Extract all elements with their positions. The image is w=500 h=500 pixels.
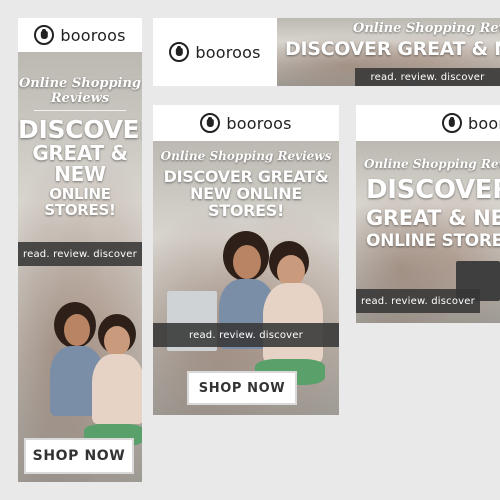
leaderboard-logo-panel: booroos (153, 18, 277, 86)
leaderboard-tagline: Online Shopping Reviews (353, 21, 500, 36)
tagline-strip: read. review. discover (153, 323, 339, 347)
rectangle-logo-bar: booroos (153, 105, 339, 141)
tagline-strip: read. review. discover (356, 289, 480, 313)
brand-name: booroos (195, 42, 261, 62)
skyscraper-logo-bar: booroos (18, 18, 142, 52)
square-ad[interactable]: booroos Online Shopping Reviews DISCOVER… (356, 105, 500, 323)
shopping-bag-icon (34, 25, 55, 45)
skyscraper-copy: Online Shopping Reviews DISCOVER GREAT &… (18, 76, 142, 219)
square-logo-bar: booroos (356, 105, 500, 141)
tagline-strip: read. review. discover (355, 68, 500, 86)
headline-discover: DISCOVER (18, 115, 142, 144)
headline-great-new: GREAT & NEW (32, 141, 128, 187)
headline-great-new: GREAT & NEW (366, 206, 500, 230)
rectangle-ad[interactable]: booroos Online Shopping Reviews DISCOVER… (153, 105, 339, 415)
tagline-strip: read. review. discover (18, 242, 142, 266)
tagline: Online Shopping Reviews (364, 157, 500, 171)
shopping-bag-icon (169, 42, 190, 62)
headline-new-online-stores: NEW ONLINE STORES! (189, 183, 302, 220)
brand-name: booroos (468, 113, 500, 133)
tagline-line-2: Reviews (50, 91, 110, 106)
brand-name: booroos (226, 113, 292, 133)
shop-now-button[interactable]: SHOP NOW (24, 438, 134, 474)
leaderboard-ad[interactable]: booroos Online Shopping Reviews DISCOVER… (153, 18, 500, 86)
headline-online-stores: ONLINE STORES! (366, 231, 500, 251)
tagline-line-1: Online Shopping (18, 76, 142, 91)
tagline: Online Shopping Reviews (160, 149, 332, 163)
shopping-bag-icon (200, 113, 221, 133)
divider (34, 110, 126, 111)
leaderboard-headline: DISCOVER GREAT & NEW ONLINE STORES! (285, 38, 500, 60)
shop-now-button[interactable]: SHOP NOW (187, 371, 297, 405)
rectangle-copy: Online Shopping Reviews DISCOVER GREAT& … (153, 149, 339, 219)
brand-name: booroos (60, 25, 126, 45)
headline-discover: DISCOVER (366, 175, 500, 205)
headline-online-stores: ONLINE STORES! (44, 185, 116, 219)
shopping-bag-icon (442, 113, 462, 133)
brand-logo[interactable]: booroos (169, 42, 260, 62)
skyscraper-ad[interactable]: booroos Online Shopping Reviews DISCOVER… (18, 18, 142, 482)
brand-logo[interactable]: booroos (34, 25, 125, 45)
brand-logo[interactable]: booroos (200, 113, 291, 133)
brand-logo[interactable]: booroos (442, 113, 500, 133)
